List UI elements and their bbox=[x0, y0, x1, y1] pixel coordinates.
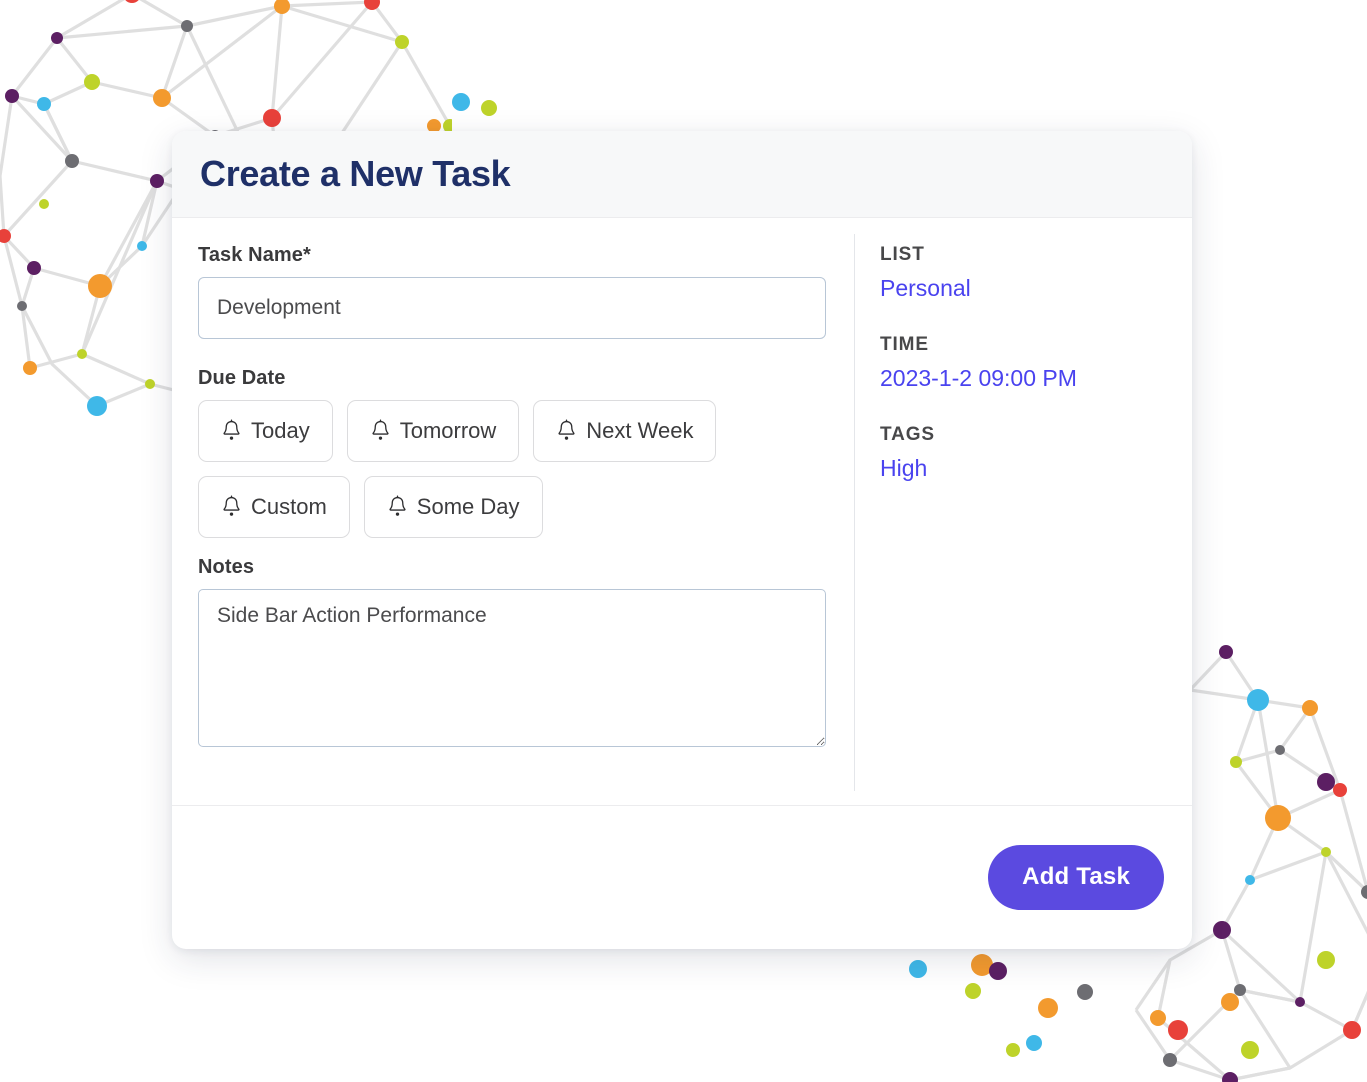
tags-value[interactable]: High bbox=[880, 455, 1172, 482]
create-task-dialog: Create a New Task Task Name* Due Date To… bbox=[172, 131, 1192, 949]
due-date-option-label: Some Day bbox=[416, 494, 520, 519]
list-value[interactable]: Personal bbox=[880, 275, 1172, 302]
due-date-option-label: Next Week bbox=[586, 418, 694, 443]
time-key: TIME bbox=[880, 334, 929, 355]
bell-icon bbox=[223, 495, 240, 516]
page-root: Create a New Task Task Name* Due Date To… bbox=[0, 0, 1367, 1082]
bell-icon bbox=[223, 419, 240, 440]
dialog-footer: Add Task bbox=[172, 805, 1192, 948]
due-date-option-label: Today bbox=[251, 418, 310, 443]
due-date-options-row-2: Custom Some Day bbox=[198, 476, 826, 538]
notes-label: Notes bbox=[198, 556, 255, 578]
due-date-option-label: Tomorrow bbox=[399, 418, 497, 443]
due-date-label: Due Date bbox=[198, 367, 286, 389]
list-key: LIST bbox=[880, 244, 925, 265]
dialog-body: Task Name* Due Date Today bbox=[172, 218, 1192, 805]
due-date-option-tomorrow[interactable]: Tomorrow bbox=[346, 400, 520, 462]
tags-key: TAGS bbox=[880, 424, 935, 445]
task-form-column: Task Name* Due Date Today bbox=[172, 244, 854, 805]
due-date-options-row-1: Today Tomorrow Next Week bbox=[198, 400, 826, 462]
task-name-label: Task Name* bbox=[198, 244, 311, 266]
dialog-header: Create a New Task bbox=[172, 131, 1192, 218]
due-date-option-next-week[interactable]: Next Week bbox=[533, 400, 717, 462]
task-name-input[interactable] bbox=[198, 277, 826, 339]
due-date-option-label: Custom bbox=[251, 494, 327, 519]
time-value[interactable]: 2023-1-2 09:00 PM bbox=[880, 365, 1172, 392]
bell-icon bbox=[372, 419, 389, 440]
due-date-option-custom[interactable]: Custom bbox=[198, 476, 350, 538]
notes-input[interactable] bbox=[198, 589, 826, 747]
task-meta-column: LIST Personal TIME 2023-1-2 09:00 PM TAG… bbox=[855, 244, 1192, 805]
bell-icon bbox=[389, 495, 406, 516]
due-date-option-some-day[interactable]: Some Day bbox=[363, 476, 543, 538]
add-task-button[interactable]: Add Task bbox=[988, 844, 1164, 910]
page-title: Create a New Task bbox=[200, 153, 511, 194]
bell-icon bbox=[558, 419, 575, 440]
due-date-option-today[interactable]: Today bbox=[198, 400, 333, 462]
